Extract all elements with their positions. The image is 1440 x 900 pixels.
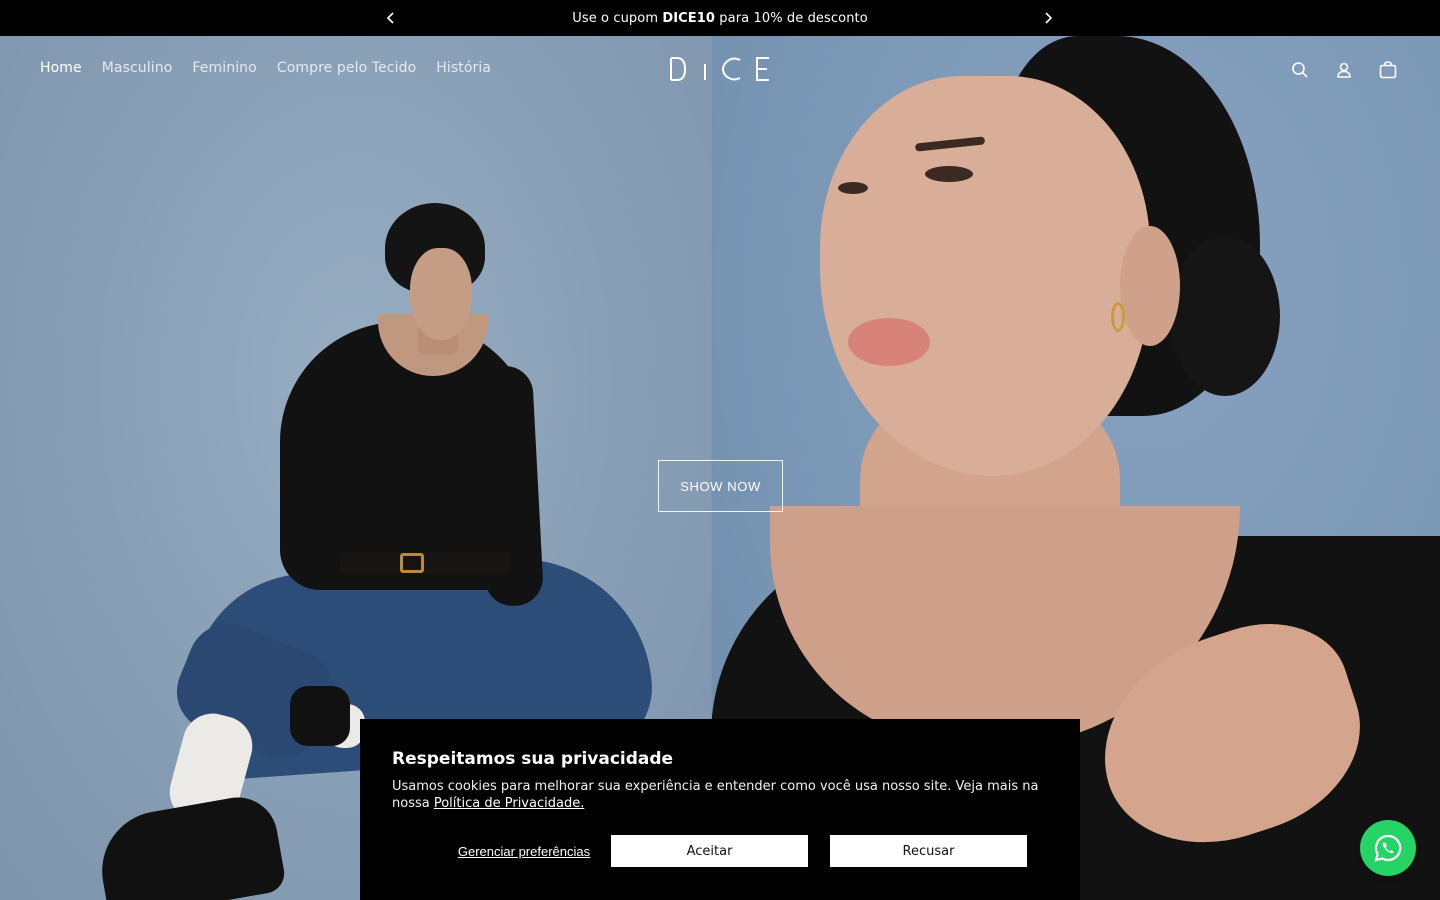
announcement-prev-button[interactable] <box>376 0 406 36</box>
announcement-bar: Use o cupom DICE10 para 10% de desconto <box>0 0 1440 36</box>
coupon-code: DICE10 <box>662 10 716 26</box>
show-now-button[interactable]: SHOW NOW <box>658 460 783 512</box>
announcement-next-button[interactable] <box>1033 0 1063 36</box>
cookie-actions: Gerenciar preferências Aceitar Recusar <box>392 835 1048 867</box>
site-header: Home Masculino Feminino Compre pelo Teci… <box>0 36 1440 102</box>
main-nav: Home Masculino Feminino Compre pelo Teci… <box>40 60 491 76</box>
announcement-suffix: para 10% de desconto <box>715 10 868 26</box>
cookie-title: Respeitamos sua privacidade <box>392 749 674 769</box>
header-actions <box>1288 58 1400 82</box>
account-button[interactable] <box>1332 58 1356 82</box>
manage-preferences-button[interactable]: Gerenciar preferências <box>424 835 624 867</box>
search-icon <box>1292 62 1308 78</box>
user-icon <box>1337 62 1351 78</box>
nav-historia[interactable]: História <box>436 60 491 76</box>
bag-icon <box>1379 61 1397 79</box>
nav-home[interactable]: Home <box>40 60 82 76</box>
nav-masculino[interactable]: Masculino <box>102 60 173 76</box>
accept-button[interactable]: Aceitar <box>611 835 808 867</box>
chevron-left-icon <box>386 12 394 24</box>
whatsapp-button[interactable] <box>1360 820 1416 876</box>
privacy-policy-link[interactable]: Política de Privacidade. <box>434 796 584 811</box>
cart-button[interactable] <box>1376 58 1400 82</box>
search-button[interactable] <box>1288 58 1312 82</box>
reject-button[interactable]: Recusar <box>830 835 1027 867</box>
cookie-text: Usamos cookies para melhorar sua experiê… <box>392 778 1052 812</box>
cookie-banner: Respeitamos sua privacidade Usamos cooki… <box>360 719 1080 900</box>
nav-compre-pelo-tecido[interactable]: Compre pelo Tecido <box>277 60 416 76</box>
chevron-right-icon <box>1045 12 1053 24</box>
logo[interactable] <box>668 56 772 82</box>
announcement-message: Use o cupom DICE10 para 10% de desconto <box>572 11 868 26</box>
announcement-prefix: Use o cupom <box>572 10 663 26</box>
nav-feminino[interactable]: Feminino <box>192 60 256 76</box>
whatsapp-icon <box>1374 834 1402 862</box>
